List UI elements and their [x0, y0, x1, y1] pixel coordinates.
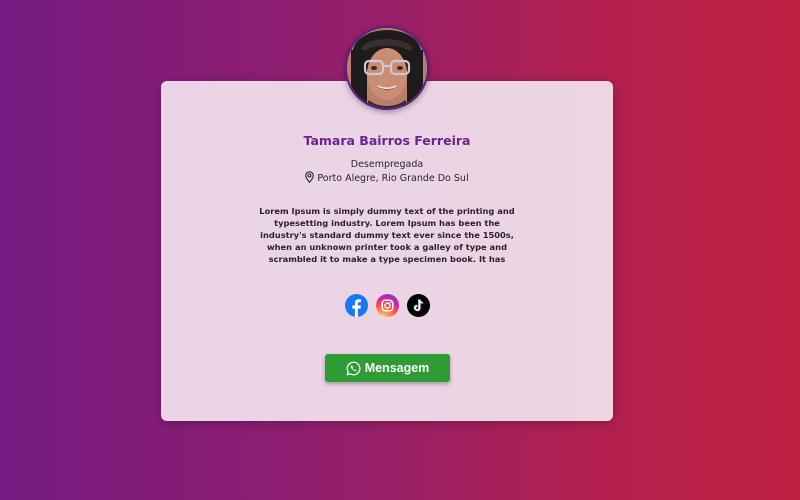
profile-photo	[347, 28, 427, 108]
tiktok-icon	[406, 294, 430, 317]
whatsapp-icon	[346, 361, 361, 375]
avatar	[345, 26, 429, 110]
instagram-icon	[375, 294, 399, 317]
facebook-link[interactable]	[344, 294, 368, 317]
message-button-label: Mensagem	[364, 361, 430, 375]
location-text: Porto Alegre, Rio Grande Do Sul	[317, 173, 469, 184]
facebook-icon	[344, 294, 368, 317]
profile-card: Tamara Bairros Ferreira Desempregada Por…	[161, 81, 613, 421]
social-links	[161, 294, 613, 317]
profile-location: Porto Alegre, Rio Grande Do Sul	[161, 171, 613, 184]
profile-job: Desempregada	[350, 159, 424, 170]
tiktok-link[interactable]	[406, 294, 430, 317]
profile-bio: Lorem Ipsum is simply dummy text of the …	[259, 206, 515, 264]
message-button[interactable]: Mensagem	[325, 354, 450, 382]
location-pin-icon	[305, 171, 315, 183]
profile-name: Tamara Bairros Ferreira	[303, 133, 471, 148]
instagram-link[interactable]	[375, 294, 399, 317]
